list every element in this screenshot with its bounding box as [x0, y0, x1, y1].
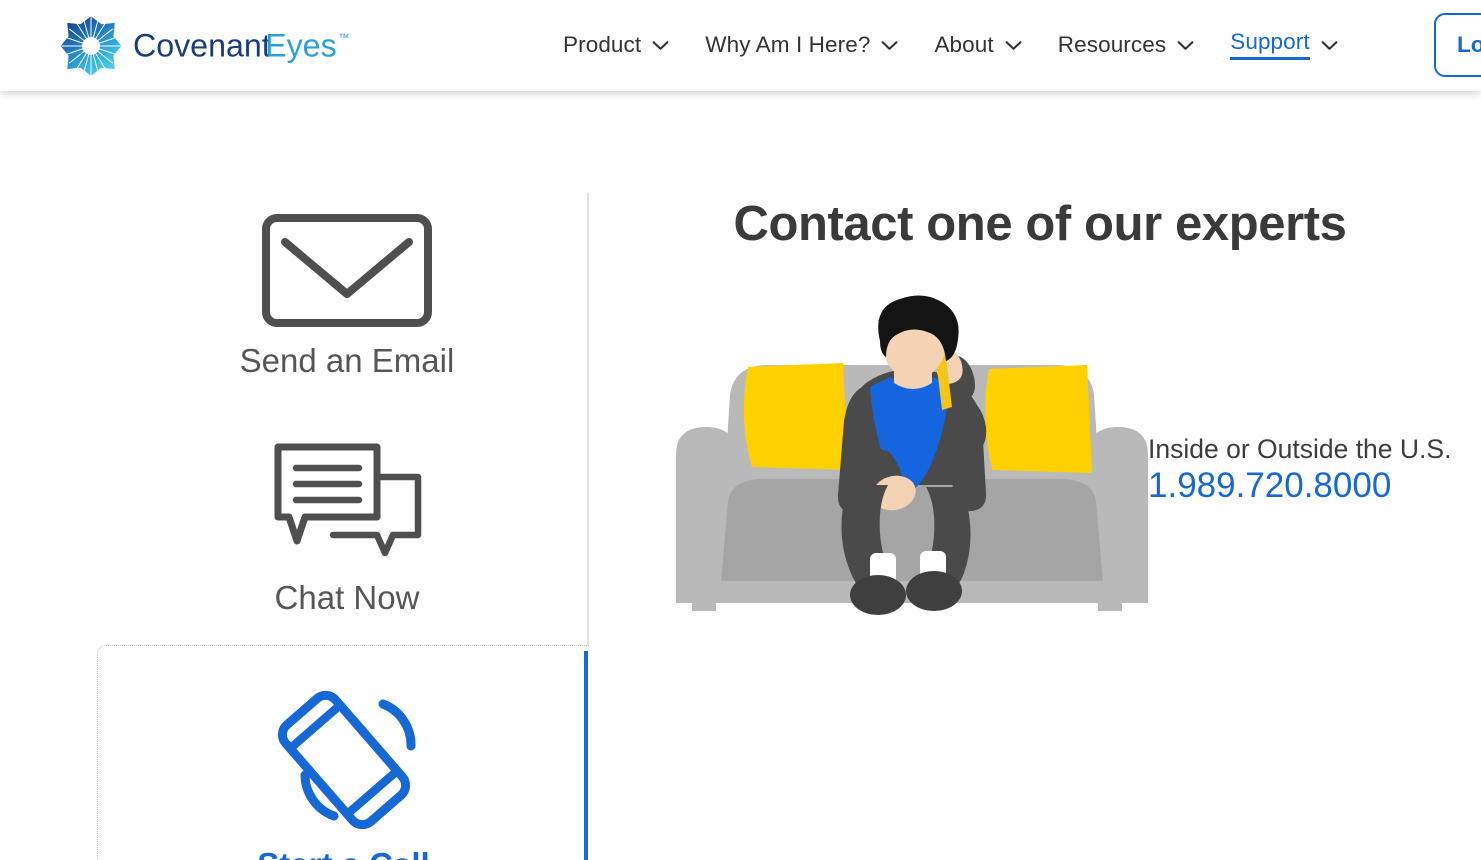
contact-option-chat-now[interactable]: Chat Now: [97, 443, 597, 616]
nav-item-product[interactable]: Product: [545, 0, 687, 91]
chevron-down-icon: [882, 41, 898, 50]
nav-label: About: [934, 32, 994, 58]
nav-item-why-am-i-here[interactable]: Why Am I Here?: [687, 0, 916, 91]
nav-label: Why Am I Here?: [705, 32, 871, 58]
brand-trademark: ™: [338, 33, 349, 45]
starburst-icon: [60, 16, 122, 76]
nav-item-support[interactable]: Support: [1212, 0, 1356, 91]
envelope-icon: [262, 214, 432, 327]
nav-item-about[interactable]: About: [916, 0, 1039, 91]
phone-contact-block: Inside or Outside the U.S. 1.989.720.800…: [1148, 434, 1481, 508]
icon-wrap: [261, 213, 433, 328]
contact-page: Covenant Eyes ™ Product Why Am I Here? A…: [0, 0, 1481, 860]
contact-option-label: Start a Call: [257, 847, 429, 860]
brand-wordmark: Covenant Eyes ™: [133, 27, 350, 63]
chevron-down-icon: [1177, 41, 1194, 50]
nav-label: Support: [1230, 30, 1310, 61]
contact-option-label: Send an Email: [239, 342, 455, 379]
nav-label: Resources: [1057, 32, 1167, 58]
chevron-down-icon: [1005, 41, 1022, 50]
vibrating-phone-icon: [277, 690, 416, 830]
icon-wrap: [259, 690, 429, 830]
active-option-indicator: [584, 651, 588, 860]
page-content: Send an Email Chat Now Contact one of ou…: [0, 91, 1481, 860]
chevron-down-icon: [652, 41, 669, 50]
brand-name-part2: Eyes: [265, 27, 337, 63]
icon-wrap: [271, 443, 423, 567]
chevron-down-icon: [1321, 41, 1338, 50]
site-header: Covenant Eyes ™ Product Why Am I Here? A…: [0, 0, 1481, 91]
page-title: Contact one of our experts: [733, 197, 1347, 251]
contact-option-send-an-email[interactable]: Send an Email: [97, 213, 597, 379]
phone-note: Inside or Outside the U.S.: [1148, 434, 1452, 464]
brand-logo[interactable]: Covenant Eyes ™: [58, 14, 359, 78]
chat-bubbles-icon: [274, 443, 422, 557]
main-navigation: Product Why Am I Here? About Resources S…: [545, 0, 1356, 91]
contact-option-label: Chat Now: [274, 579, 420, 616]
person-on-couch-calling-illustration: [662, 295, 1162, 635]
contact-detail-panel: Contact one of our experts Inside or Out…: [588, 91, 1481, 860]
nav-label: Product: [563, 32, 642, 58]
illustration-svg: [676, 295, 1148, 615]
brand-name-part1: Covenant: [133, 27, 271, 63]
phone-number-link[interactable]: 1.989.720.8000: [1148, 466, 1391, 505]
contact-option-start-a-call[interactable]: Start a Call: [97, 645, 589, 860]
login-button[interactable]: Log In: [1434, 13, 1481, 77]
nav-item-resources[interactable]: Resources: [1040, 0, 1212, 91]
